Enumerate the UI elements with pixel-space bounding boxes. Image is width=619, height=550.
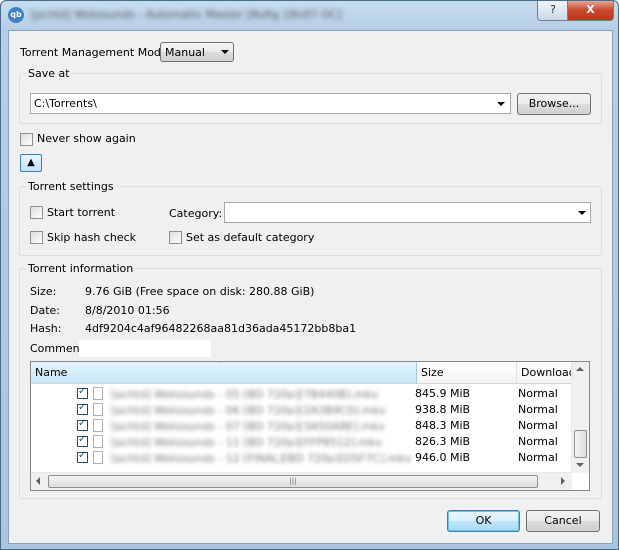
file-name: [pchtd] Wotsounds - 06 [BD 720p][2A3B9C0…	[111, 404, 386, 415]
file-priority[interactable]: Normal	[518, 435, 558, 448]
start-torrent-checkbox[interactable]	[30, 206, 43, 219]
column-header-size[interactable]: Size	[417, 362, 517, 384]
hash-label: Hash:	[30, 322, 62, 335]
file-size: 938.8 MiB	[415, 403, 471, 416]
chevron-down-icon	[221, 50, 229, 54]
vertical-scroll-thumb[interactable]	[574, 430, 587, 458]
title-bar[interactable]: qb [pchtd] Wotsounds - Automatic Master …	[1, 1, 618, 29]
file-icon	[93, 403, 103, 416]
qbittorrent-logo-icon: qb	[8, 7, 24, 23]
dialog-body: Torrent Management Mode: Manual Save at …	[8, 30, 613, 544]
save-path-value: C:\Torrents\	[34, 97, 97, 110]
never-show-again-label: Never show again	[37, 132, 136, 145]
scroll-left-icon[interactable]	[36, 477, 40, 485]
file-priority[interactable]: Normal	[518, 403, 558, 416]
file-size: 946.0 MiB	[415, 451, 471, 464]
file-priority[interactable]: Normal	[518, 387, 558, 400]
category-combo[interactable]	[224, 202, 591, 223]
scroll-down-icon[interactable]	[576, 463, 584, 467]
scroll-right-icon[interactable]	[561, 477, 565, 485]
file-row[interactable]: [pchtd] Wotsounds - 11 [BD 720p][FFP8512…	[31, 434, 577, 450]
file-priority[interactable]: Normal	[518, 451, 558, 464]
save-path-combo[interactable]: C:\Torrents\	[30, 93, 511, 114]
scroll-up-icon[interactable]	[576, 367, 584, 371]
file-size: 826.3 MiB	[415, 435, 471, 448]
management-mode-value: Manual	[165, 46, 205, 59]
date-label: Date:	[30, 304, 60, 317]
file-priority[interactable]: Normal	[518, 419, 558, 432]
collapse-button[interactable]: ▲	[20, 154, 42, 172]
file-size: 845.9 MiB	[415, 387, 471, 400]
torrent-information-title: Torrent information	[26, 262, 136, 275]
ok-button[interactable]: OK	[447, 510, 520, 532]
column-header-priority[interactable]: Download P	[517, 362, 574, 384]
set-default-category-checkbox[interactable]	[169, 231, 182, 244]
management-mode-select[interactable]: Manual	[160, 42, 234, 62]
vertical-scrollbar[interactable]	[571, 362, 589, 473]
category-label: Category:	[169, 207, 223, 220]
browse-button[interactable]: Browse...	[517, 93, 591, 115]
file-name: [pchtd] Wotsounds - 07 [BD 720p][3A50A8E…	[111, 420, 385, 431]
file-name: [pchtd] Wotsounds - 12 [FINAL][BD 720p][…	[111, 452, 411, 463]
file-row[interactable]: [pchtd] Wotsounds - 07 [BD 720p][3A50A8E…	[31, 418, 577, 434]
file-icon	[93, 387, 103, 400]
file-checkbox[interactable]	[77, 450, 88, 463]
sort-ascending-icon: ˄	[219, 362, 223, 369]
comment-value	[79, 340, 211, 357]
file-checkbox[interactable]	[77, 418, 88, 431]
column-header-name[interactable]: Name ˄	[31, 362, 417, 384]
set-default-category-label: Set as default category	[186, 231, 315, 244]
chevron-down-icon[interactable]	[578, 211, 586, 215]
horizontal-scrollbar[interactable]: |||	[31, 472, 572, 490]
chevron-down-icon[interactable]	[497, 102, 505, 106]
file-checkbox[interactable]	[77, 386, 88, 399]
horizontal-scroll-thumb[interactable]: |||	[48, 475, 538, 488]
file-row[interactable]: [pchtd] Wotsounds - 06 [BD 720p][2A3B9C0…	[31, 402, 577, 418]
file-name: [pchtd] Wotsounds - 05 [BD 720p][7B440B]…	[111, 388, 379, 399]
dialog-window: qb [pchtd] Wotsounds - Automatic Master …	[0, 0, 619, 550]
management-mode-label: Torrent Management Mode:	[20, 46, 172, 59]
skip-hash-checkbox[interactable]	[30, 231, 43, 244]
file-tree[interactable]: Name ˄ Size Download P [pchtd] Wotsounds…	[30, 361, 590, 491]
window-title: [pchtd] Wotsounds - Automatic Master [Ru…	[31, 8, 342, 21]
cancel-button[interactable]: Cancel	[526, 510, 600, 532]
date-value: 8/8/2010 01:56	[85, 304, 170, 317]
size-label: Size:	[30, 285, 57, 298]
file-size: 848.3 MiB	[415, 419, 471, 432]
skip-hash-label: Skip hash check	[47, 231, 137, 244]
file-checkbox[interactable]	[77, 434, 88, 447]
torrent-settings-title: Torrent settings	[26, 180, 116, 193]
hash-value: 4df9204c4af96482268aa81d36ada45172bb8ba1	[85, 322, 357, 335]
file-checkbox[interactable]	[77, 402, 88, 415]
file-row[interactable]: [pchtd] Wotsounds - 05 [BD 720p][7B440B]…	[31, 386, 577, 402]
file-name: [pchtd] Wotsounds - 11 [BD 720p][FFP8512…	[111, 436, 383, 447]
column-header-name-label: Name	[35, 366, 68, 379]
close-button[interactable]: X	[567, 1, 614, 21]
save-at-title: Save at	[26, 67, 72, 80]
size-value: 9.76 GiB (Free space on disk: 280.88 GiB…	[85, 285, 315, 298]
start-torrent-label: Start torrent	[47, 206, 116, 219]
file-row[interactable]: [pchtd] Wotsounds - 12 [FINAL][BD 720p][…	[31, 450, 577, 466]
file-icon	[93, 435, 103, 448]
help-button[interactable]: ?	[537, 1, 569, 21]
never-show-again-checkbox[interactable]	[20, 133, 33, 146]
file-icon	[93, 419, 103, 432]
file-icon	[93, 451, 103, 464]
